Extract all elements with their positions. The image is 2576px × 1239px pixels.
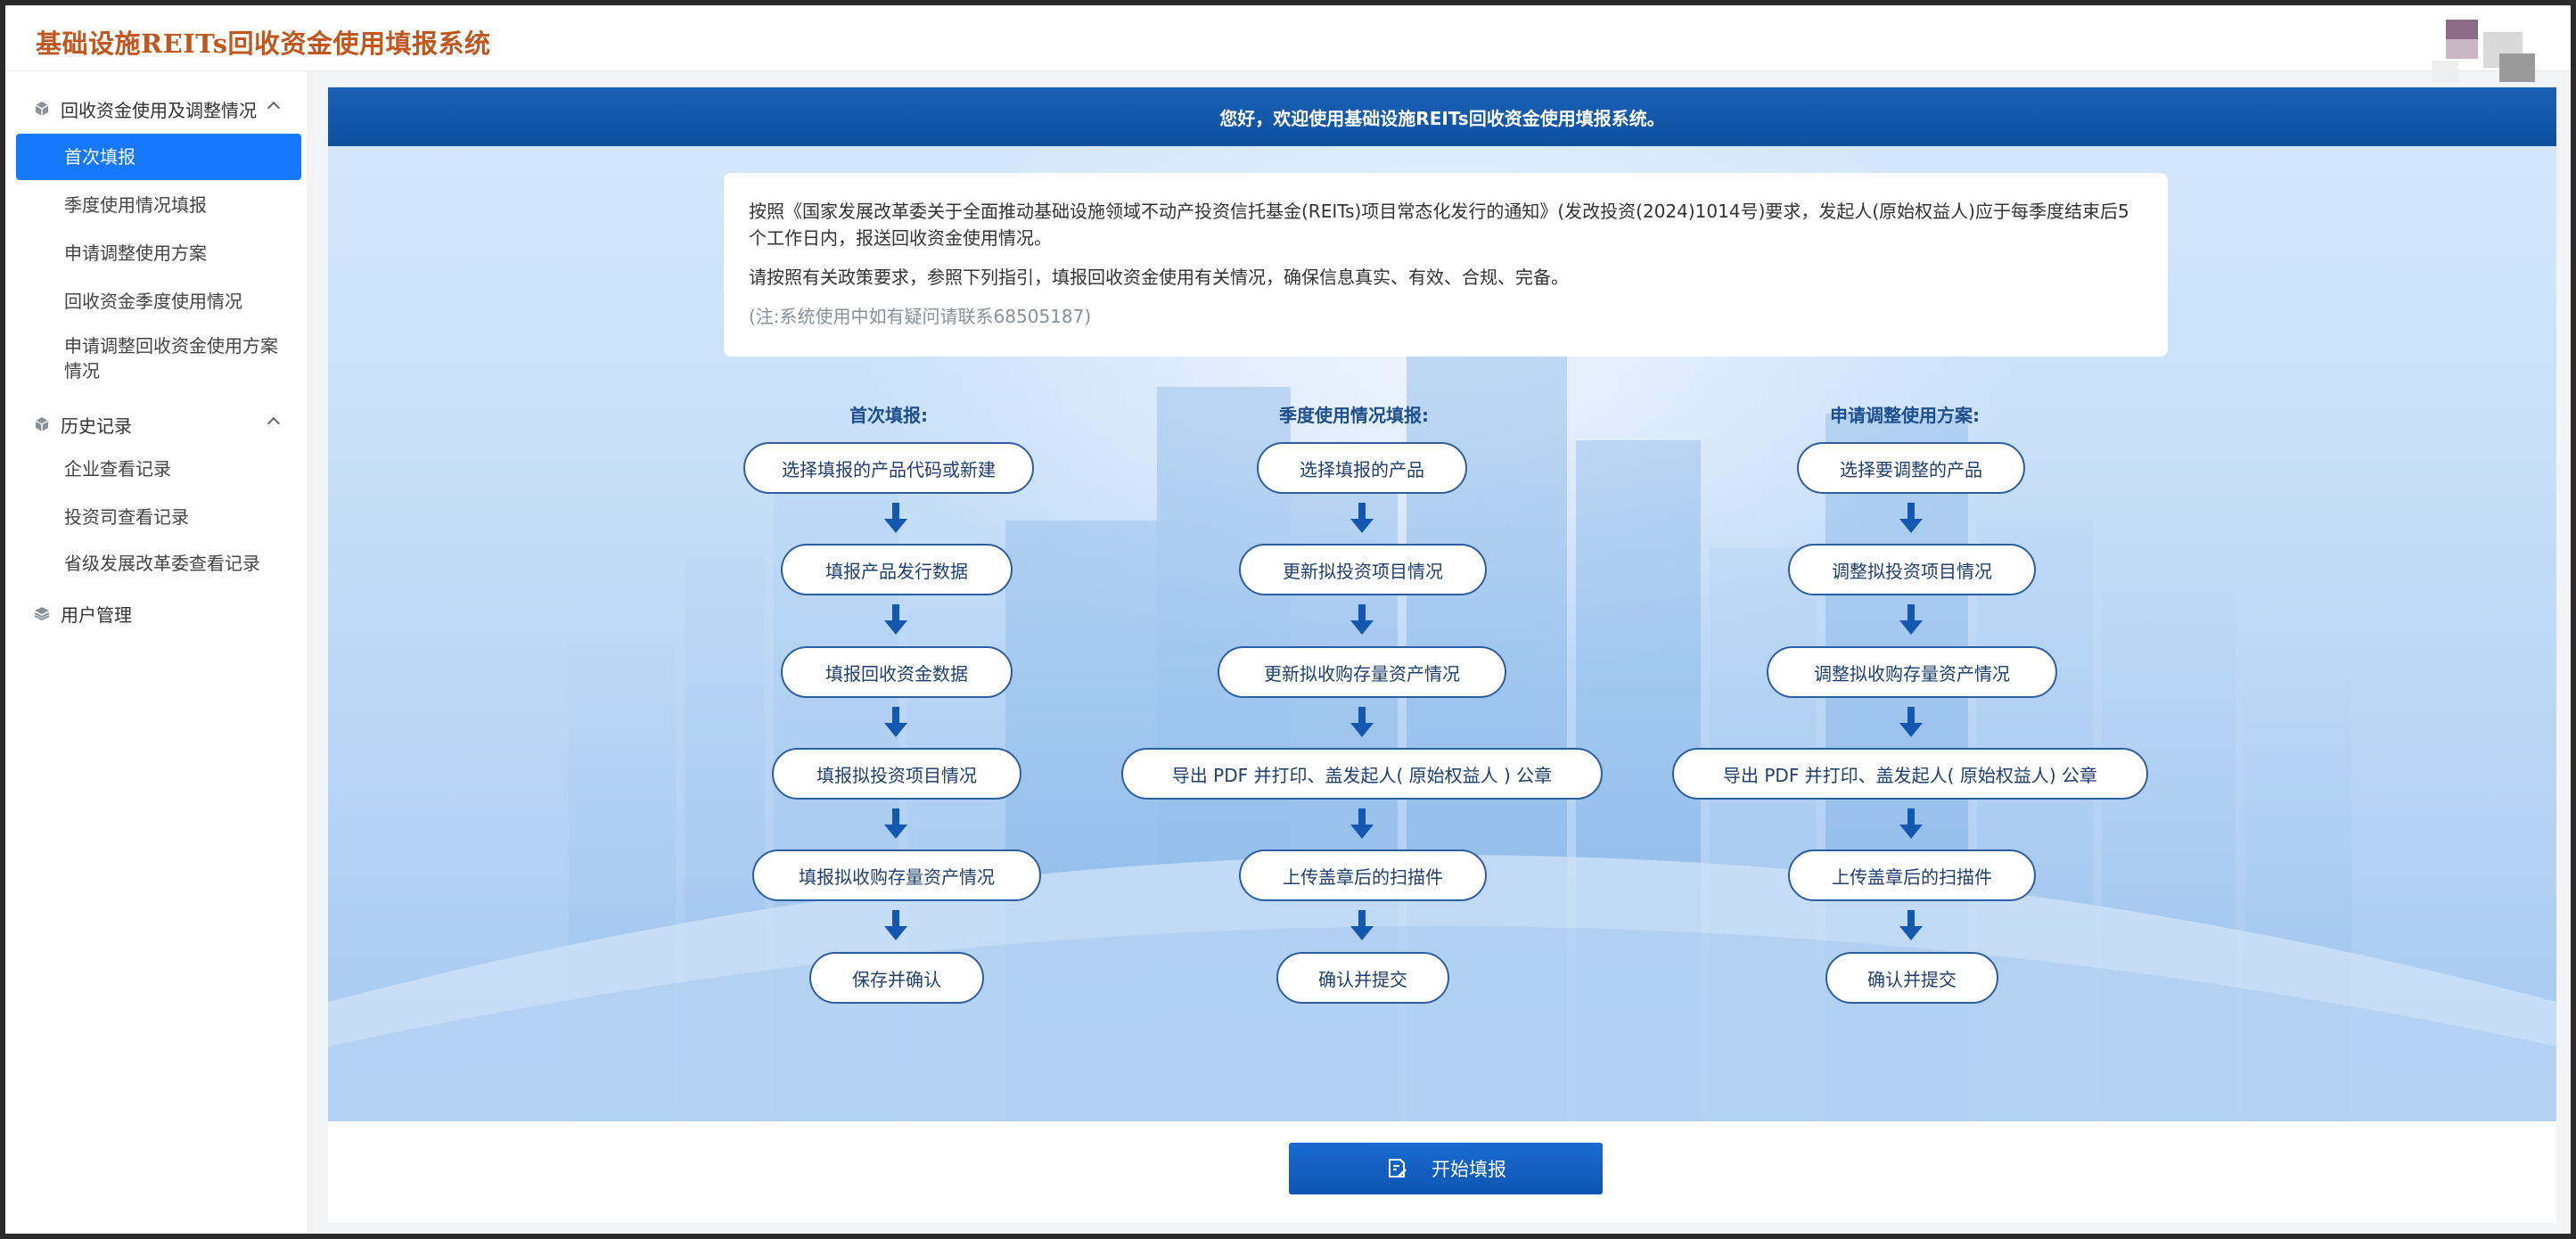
notice-paragraph: 请按照有关政策要求，参照下列指引，填报回收资金使用有关情况，确保信息真实、有效、…	[749, 267, 1569, 288]
flow-step: 调整拟收购存量资产情况	[1767, 646, 2057, 698]
down-arrow-icon	[1350, 910, 1374, 940]
down-arrow-icon	[1899, 808, 1924, 839]
flow-step: 填报产品发行数据	[781, 544, 1013, 595]
guide-banner: 您好，欢迎使用基础设施REITs回收资金使用填报系统。 按照《国家发展改革委关于…	[328, 87, 2556, 1121]
flow-step: 确认并提交	[1825, 952, 1998, 1004]
notice-panel: 按照《国家发展改革委关于全面推动基础设施领域不动产投资信托基金(REITs)项目…	[724, 173, 2168, 357]
sidebar-group-label: 历史记录	[61, 414, 132, 437]
start-report-button[interactable]: 开始填报	[1289, 1143, 1603, 1194]
down-arrow-icon	[883, 910, 908, 940]
flow-title-first-report: 首次填报:	[849, 405, 928, 426]
flow-step: 确认并提交	[1276, 952, 1449, 1004]
down-arrow-icon	[883, 707, 908, 737]
sidebar-group-label: 用户管理	[61, 603, 132, 626]
app-title: 基础设施REITs回收资金使用填报系统	[36, 29, 491, 59]
down-arrow-icon	[1899, 503, 1924, 533]
flow-step: 更新拟收购存量资产情况	[1218, 646, 1506, 698]
sidebar-item-adjust-plan[interactable]: 申请调整回收资金使用方案情况	[16, 330, 301, 389]
down-arrow-icon	[883, 808, 908, 839]
sidebar-item-investment-dept-records[interactable]: 投资司查看记录	[16, 494, 301, 540]
sidebar-group-user-management[interactable]: 用户管理	[5, 592, 308, 635]
down-arrow-icon	[883, 604, 908, 635]
layers-icon	[34, 607, 50, 621]
sidebar-item-first-report[interactable]: 首次填报	[16, 134, 301, 180]
notice-paragraph: 按照《国家发展改革委关于全面推动基础设施领域不动产投资信托基金(REITs)项目…	[749, 201, 2129, 249]
welcome-bar: 您好，欢迎使用基础设施REITs回收资金使用填报系统。	[328, 87, 2556, 146]
top-header: 基础设施REITs回收资金使用填报系统	[5, 5, 2571, 82]
sidebar-item-provincial-records[interactable]: 省级发展改革委查看记录	[16, 540, 301, 587]
flow-step: 选择填报的产品	[1257, 442, 1467, 494]
user-avatar[interactable]	[2432, 14, 2547, 89]
sidebar-item-quarterly-usage[interactable]: 回收资金季度使用情况	[16, 278, 301, 324]
sidebar-item-company-records[interactable]: 企业查看记录	[16, 446, 301, 492]
flow-step: 填报拟收购存量资产情况	[752, 849, 1041, 901]
sidebar-item-apply-adjust[interactable]: 申请调整使用方案	[16, 230, 301, 276]
app-window: 基础设施REITs回收资金使用填报系统 回收资金使用及调整情况 首次填报 季度使…	[5, 5, 2571, 1234]
flow-step: 导出 PDF 并打印、盖发起人( 原始权益人 ) 公章	[1121, 748, 1603, 800]
edit-document-icon	[1389, 1159, 1407, 1177]
main-content: 您好，欢迎使用基础设施REITs回收资金使用填报系统。 按照《国家发展改革委关于…	[328, 87, 2556, 1223]
sidebar: 回收资金使用及调整情况 首次填报 季度使用情况填报 申请调整使用方案 回收资金季…	[5, 71, 308, 1234]
down-arrow-icon	[1899, 604, 1924, 635]
chevron-up-icon	[267, 101, 281, 115]
sidebar-group-label: 回收资金使用及调整情况	[61, 99, 257, 121]
down-arrow-icon	[1350, 808, 1374, 839]
flow-title-apply-adjust: 申请调整使用方案:	[1830, 405, 1980, 426]
down-arrow-icon	[883, 503, 908, 533]
flow-step: 填报拟投资项目情况	[772, 748, 1021, 800]
flow-step: 填报回收资金数据	[781, 646, 1013, 698]
cube-icon	[35, 417, 49, 431]
down-arrow-icon	[1350, 707, 1374, 737]
flow-step: 上传盖章后的扫描件	[1239, 849, 1487, 901]
down-arrow-icon	[1899, 707, 1924, 737]
down-arrow-icon	[1350, 503, 1374, 533]
cube-icon	[35, 102, 49, 116]
flow-step: 更新拟投资项目情况	[1239, 544, 1487, 595]
sidebar-item-quarterly-report[interactable]: 季度使用情况填报	[16, 182, 301, 228]
flow-step: 上传盖章后的扫描件	[1788, 849, 2036, 901]
down-arrow-icon	[1899, 910, 1924, 940]
chevron-up-icon	[267, 416, 281, 431]
notice-contact-note: (注:系统使用中如有疑问请联系68505187)	[749, 306, 1092, 327]
flow-step: 选择填报的产品代码或新建	[743, 442, 1034, 494]
flow-step: 选择要调整的产品	[1797, 442, 2025, 494]
sidebar-group-history[interactable]: 历史记录	[5, 403, 308, 446]
flow-title-quarterly-report: 季度使用情况填报:	[1279, 405, 1429, 426]
start-report-label: 开始填报	[1432, 1159, 1506, 1180]
down-arrow-icon	[1350, 604, 1374, 635]
sidebar-group-funds[interactable]: 回收资金使用及调整情况	[5, 87, 308, 130]
flow-step: 调整拟投资项目情况	[1788, 544, 2036, 595]
flow-step: 保存并确认	[809, 952, 984, 1004]
flow-step: 导出 PDF 并打印、盖发起人( 原始权益人) 公章	[1672, 748, 2148, 800]
footer-area: 开始填报	[328, 1121, 2556, 1223]
